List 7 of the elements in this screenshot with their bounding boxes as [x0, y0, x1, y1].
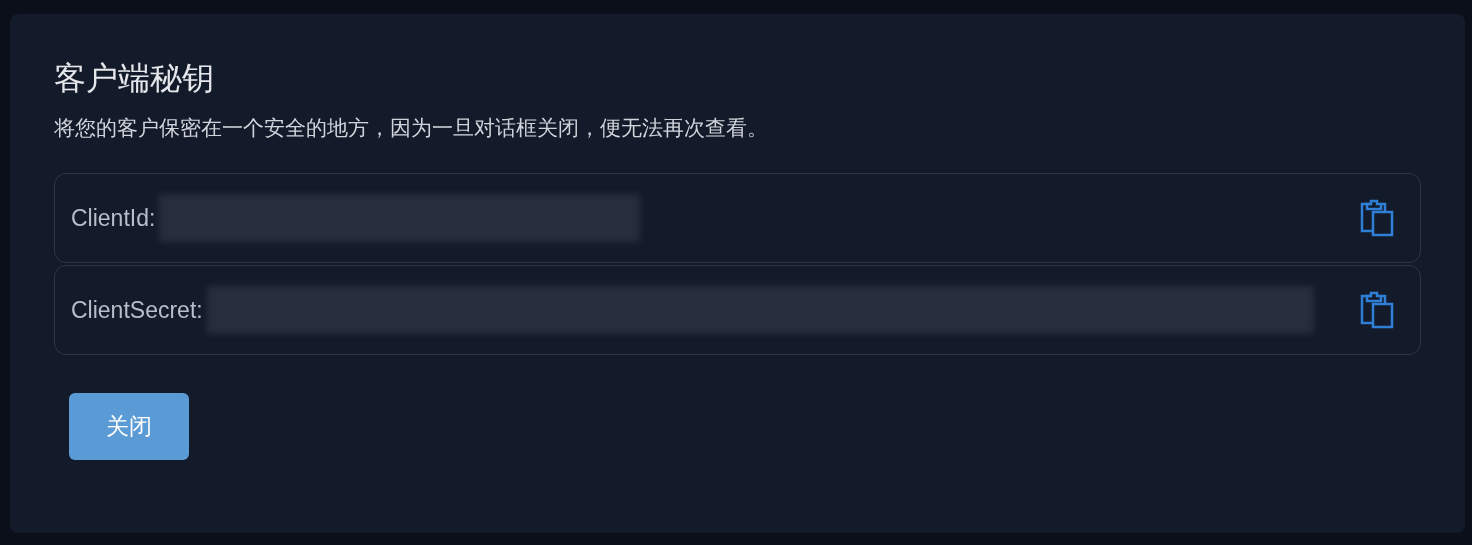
close-button[interactable]: 关闭 — [69, 393, 189, 460]
dialog-description: 将您的客户保密在一个安全的地方，因为一旦对话框关闭，便无法再次查看。 — [54, 115, 769, 141]
dialog-title: 客户端秘钥 — [54, 59, 215, 98]
field-label: ClientId: — [71, 203, 156, 233]
field-label: ClientSecret: — [71, 295, 203, 325]
clipboard-icon[interactable] — [1360, 291, 1394, 329]
clipboard-icon[interactable] — [1360, 199, 1394, 237]
